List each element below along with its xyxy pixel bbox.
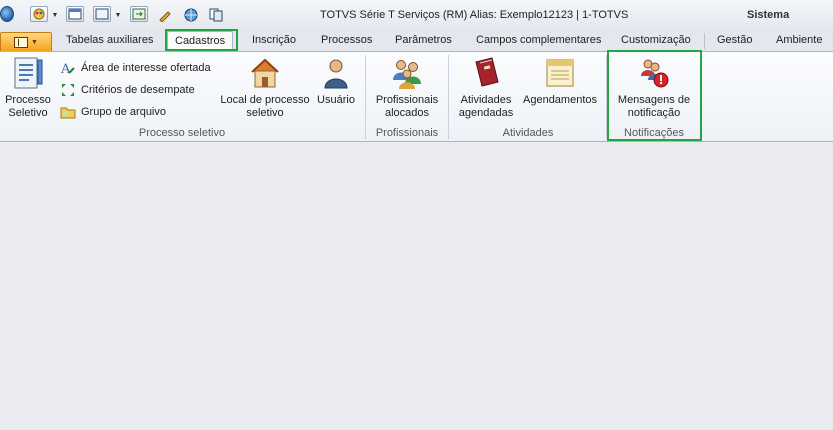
- qa-dropdown-2-icon[interactable]: ▼: [114, 6, 122, 24]
- workspace-area: [0, 142, 833, 430]
- group-divider: [365, 55, 366, 139]
- grupo-arquivo-button[interactable]: Grupo de arquivo: [60, 104, 166, 120]
- profissionais-alocados-button[interactable]: Profissionais alocados: [372, 56, 442, 120]
- tab-parametros[interactable]: Parâmetros: [395, 34, 452, 46]
- tab-processos[interactable]: Processos: [321, 34, 372, 46]
- group-label-atividades: Atividades: [502, 127, 554, 139]
- group-divider: [606, 55, 607, 139]
- app-orb-icon[interactable]: [0, 6, 14, 22]
- tab-gestao[interactable]: Gestão: [717, 34, 752, 46]
- area-interesse-label: Área de interesse ofertada: [81, 62, 211, 74]
- processo-seletivo-label: Processo Seletivo: [5, 94, 51, 119]
- tab-tabelas-auxiliares[interactable]: Tabelas auxiliares: [66, 34, 153, 46]
- window-icon[interactable]: [66, 6, 84, 22]
- folder-icon: [60, 104, 76, 120]
- document-list-icon: [12, 56, 44, 90]
- tab-ambiente[interactable]: Ambiente: [776, 34, 822, 46]
- criterios-desempate-label: Critérios de desempate: [81, 84, 195, 96]
- window-title: TOTVS Série T Serviços (RM) Alias: Exemp…: [320, 9, 629, 21]
- profissionais-alocados-label: Profissionais alocados: [375, 94, 439, 119]
- ribbon-tab-strip: ▼ Tabelas auxiliares Cadastros Inscrição…: [0, 30, 833, 51]
- text-area-icon: A: [60, 60, 76, 76]
- tab-inscricao[interactable]: Inscrição: [252, 34, 296, 46]
- copy-icon[interactable]: [208, 6, 224, 24]
- local-processo-label: Local de processo seletivo: [220, 94, 310, 119]
- atividades-agendadas-label: Atividades agendadas: [458, 94, 514, 119]
- globe-icon[interactable]: [183, 6, 199, 24]
- tab-campos-complementares[interactable]: Campos complementares: [476, 34, 601, 46]
- pencil-icon[interactable]: [157, 6, 173, 24]
- tab-customizacao[interactable]: Customização: [621, 34, 691, 46]
- mensagens-notificacao-button[interactable]: Mensagens de notificação: [610, 56, 698, 120]
- user-icon: [320, 56, 352, 90]
- group-label-notificacoes: Notificações: [624, 127, 684, 139]
- chevron-down-icon: ▼: [31, 38, 38, 46]
- book-icon: [470, 56, 502, 90]
- grupo-arquivo-label: Grupo de arquivo: [81, 106, 166, 118]
- system-label: Sistema: [747, 9, 790, 21]
- agendamentos-label: Agendamentos: [523, 94, 597, 106]
- atividades-agendadas-button[interactable]: Atividades agendadas: [454, 56, 518, 120]
- tab-divider: [704, 33, 705, 49]
- file-menu-icon: [14, 36, 29, 48]
- usuario-label: Usuário: [317, 94, 355, 106]
- criterios-desempate-button[interactable]: Critérios de desempate: [60, 82, 195, 98]
- mensagens-notificacao-label: Mensagens de notificação: [617, 94, 691, 119]
- area-interesse-button[interactable]: A Área de interesse ofertada: [60, 60, 211, 76]
- notification-alert-icon: [638, 56, 670, 90]
- svg-text:A: A: [60, 62, 71, 76]
- users-group-icon: [391, 56, 423, 90]
- group-divider: [448, 55, 449, 139]
- agendamentos-button[interactable]: Agendamentos: [520, 56, 600, 107]
- local-processo-seletivo-button[interactable]: Local de processo seletivo: [218, 56, 312, 120]
- qa-dropdown-1-icon[interactable]: ▼: [51, 6, 59, 24]
- calendar-icon: [544, 56, 576, 90]
- group-label-processo-seletivo: Processo seletivo: [138, 127, 226, 139]
- title-bar: ▼ ▼ TOTVS Série T Serviços (RM) Alias: E…: [0, 0, 833, 30]
- processo-seletivo-button[interactable]: Processo Seletivo: [4, 56, 52, 120]
- tab-cadastros[interactable]: Cadastros: [167, 31, 234, 51]
- layout-icon[interactable]: [93, 6, 111, 22]
- usuario-button[interactable]: Usuário: [316, 56, 356, 107]
- color-palette-icon[interactable]: [30, 6, 48, 22]
- file-menu-button[interactable]: ▼: [0, 32, 52, 51]
- ribbon-panel: Processo Seletivo A Área de interesse of…: [0, 51, 833, 142]
- export-icon[interactable]: [130, 6, 148, 22]
- group-label-profissionais: Profissionais: [375, 127, 439, 139]
- expand-arrows-icon: [60, 82, 76, 98]
- house-icon: [249, 56, 281, 90]
